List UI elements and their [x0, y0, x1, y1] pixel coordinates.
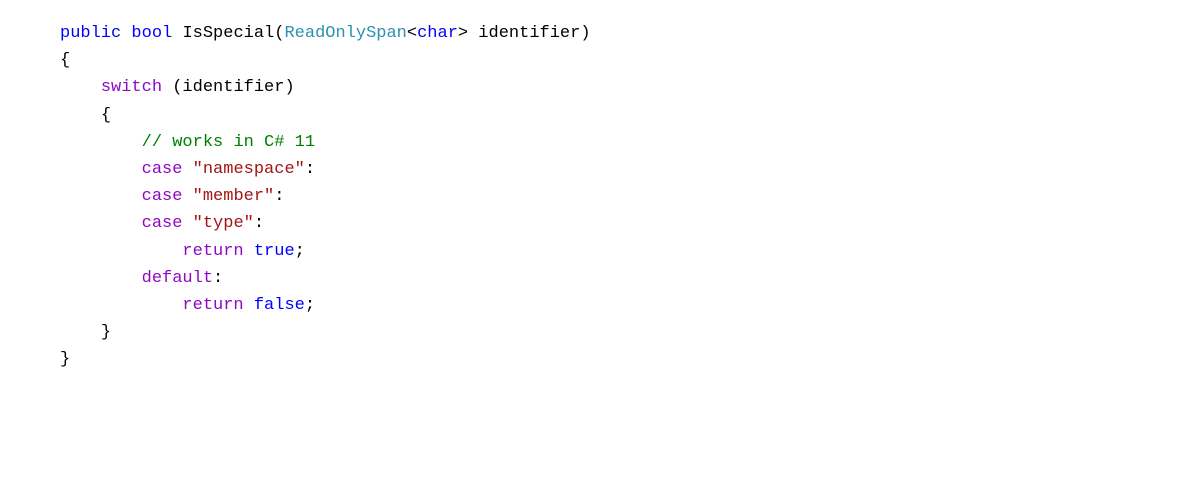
brace-open: { — [60, 51, 70, 70]
keyword-return: return — [182, 242, 243, 261]
keyword-char: char — [417, 24, 458, 43]
type-name: ReadOnlySpan — [284, 24, 406, 43]
keyword-case: case — [142, 214, 183, 233]
keyword-case: case — [142, 160, 183, 179]
semicolon: ; — [305, 296, 315, 315]
brace-close-inner: } — [101, 323, 111, 342]
brace-close: } — [60, 350, 70, 369]
colon: : — [254, 214, 264, 233]
keyword-true: true — [254, 242, 295, 261]
colon: : — [305, 160, 315, 179]
angle-close: > — [458, 24, 468, 43]
paren-open: ( — [274, 24, 284, 43]
param-name: identifier — [468, 24, 580, 43]
semicolon: ; — [295, 242, 305, 261]
keyword-switch: switch — [101, 78, 162, 97]
keyword-false: false — [254, 296, 305, 315]
angle-open: < — [407, 24, 417, 43]
keyword-public: public — [60, 24, 121, 43]
brace-open-inner: { — [101, 106, 111, 125]
paren-close: ) — [580, 24, 590, 43]
colon: : — [213, 269, 223, 288]
code-block: public bool IsSpecial(ReadOnlySpan<char>… — [0, 0, 1200, 393]
keyword-default: default — [142, 269, 213, 288]
switch-expr: (identifier) — [162, 78, 295, 97]
keyword-case: case — [142, 187, 183, 206]
keyword-bool: bool — [131, 24, 172, 43]
string-literal: "type" — [193, 214, 254, 233]
string-literal: "member" — [193, 187, 275, 206]
colon: : — [274, 187, 284, 206]
keyword-return: return — [182, 296, 243, 315]
method-name: IsSpecial — [182, 24, 274, 43]
comment-line: // works in C# 11 — [142, 133, 315, 152]
string-literal: "namespace" — [193, 160, 305, 179]
